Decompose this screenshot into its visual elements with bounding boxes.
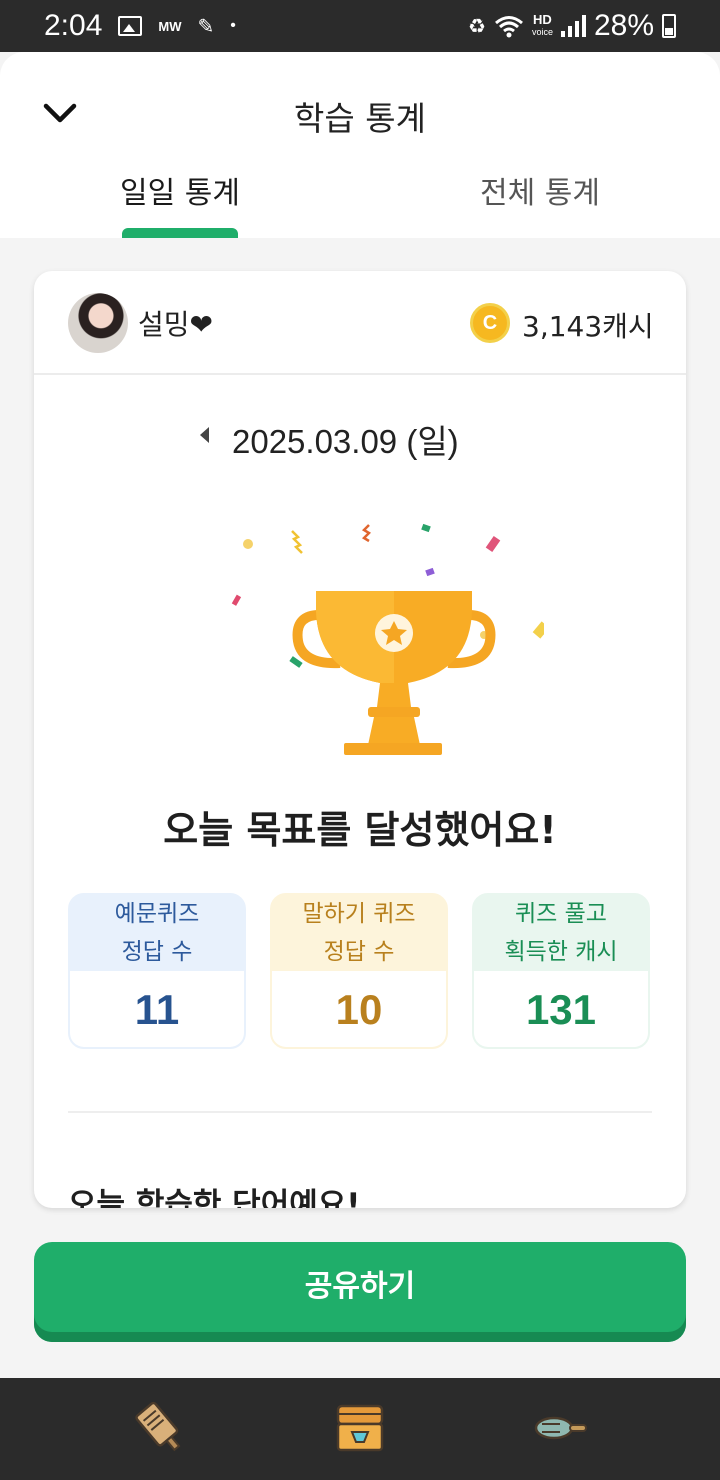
more-notifications-dot: • bbox=[230, 17, 236, 34]
feather-icon: ✎ bbox=[197, 15, 215, 38]
coin-icon: C bbox=[470, 303, 510, 343]
vocab-card-icon[interactable] bbox=[130, 1398, 190, 1458]
current-date: 2025.03.09 (일) bbox=[232, 423, 459, 460]
stat-example-quiz-correct: 예문퀴즈 정답 수 11 bbox=[68, 893, 246, 1049]
mw-icon: MW bbox=[158, 18, 182, 34]
status-notification-icons: MW ✎ • bbox=[118, 14, 236, 39]
date-selector: 2025.03.09 (일) bbox=[34, 415, 686, 460]
tab-daily-stats[interactable]: 일일 통계 bbox=[80, 168, 280, 212]
battery-percent: 28% bbox=[593, 9, 654, 42]
stat-value: 11 bbox=[70, 971, 244, 1047]
status-bar: 2:04 MW ✎ • ♻ HD voice 28% bbox=[0, 0, 720, 52]
header: 학습 통계 일일 통계 전체 통계 bbox=[0, 52, 720, 238]
stat-speaking-quiz-correct: 말하기 퀴즈 정답 수 10 bbox=[270, 893, 448, 1049]
gallery-icon bbox=[118, 16, 143, 36]
trophy-icon bbox=[231, 523, 544, 755]
learned-words-heading: 오늘 학습한 단어예요! bbox=[68, 1187, 361, 1208]
stat-label: 예문퀴즈 정답 수 bbox=[114, 901, 200, 965]
wifi-icon bbox=[494, 16, 523, 38]
stat-label: 말하기 퀴즈 정답 수 bbox=[302, 901, 416, 965]
tab-active-indicator bbox=[122, 228, 238, 238]
stat-cash-earned: 퀴즈 풀고 획득한 캐시 131 bbox=[472, 893, 650, 1049]
treasure-chest-icon[interactable] bbox=[330, 1398, 390, 1458]
previous-date-icon[interactable] bbox=[200, 427, 209, 443]
tab-total-stats[interactable]: 전체 통계 bbox=[440, 168, 640, 212]
stat-value: 131 bbox=[474, 971, 648, 1047]
avatar[interactable] bbox=[68, 293, 128, 353]
hd-voice-icon: HD voice bbox=[531, 12, 553, 37]
goal-achieved-message: 오늘 목표를 달성했어요! bbox=[163, 808, 557, 852]
profile-row: 설밍❤ C 3,143캐시 bbox=[34, 271, 686, 375]
status-system-icons: ♻ HD voice 28% bbox=[468, 9, 676, 43]
cash-balance: 3,143캐시 bbox=[522, 310, 654, 343]
daily-stats-card: 설밍❤ C 3,143캐시 2025.03.09 (일) 오늘 목표를 달성했어… bbox=[34, 271, 686, 1208]
stat-label: 퀴즈 풀고 획득한 캐시 bbox=[504, 901, 618, 965]
page-title: 학습 통계 bbox=[294, 99, 426, 138]
battery-icon bbox=[662, 14, 676, 38]
recycle-battery-icon: ♻ bbox=[468, 15, 486, 38]
stat-value: 10 bbox=[272, 971, 446, 1047]
bottom-nav bbox=[0, 1378, 720, 1480]
fork-icon[interactable] bbox=[530, 1398, 590, 1458]
signal-icon bbox=[560, 15, 586, 37]
username: 설밍❤ bbox=[138, 308, 213, 341]
divider bbox=[68, 1111, 652, 1113]
share-button[interactable]: 공유하기 bbox=[34, 1242, 686, 1342]
status-time: 2:04 bbox=[44, 9, 103, 42]
